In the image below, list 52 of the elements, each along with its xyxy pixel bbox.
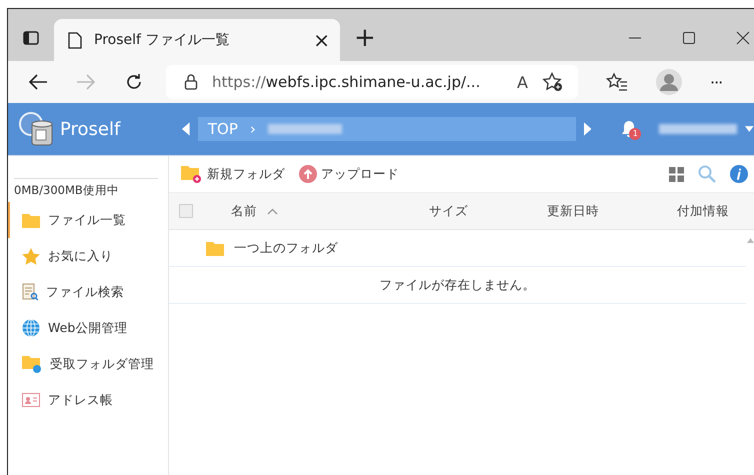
- scroll-right-icon[interactable]: [584, 122, 592, 136]
- column-header[interactable]: サイズ: [429, 202, 547, 220]
- tab-title: Proself ファイル一覧: [94, 31, 230, 49]
- upload-icon: [299, 165, 317, 183]
- document-icon: [68, 32, 82, 48]
- add-favorite-icon[interactable]: [542, 72, 564, 92]
- sidebar-item[interactable]: Web公開管理: [8, 310, 168, 346]
- app-name: Proself: [60, 118, 120, 140]
- new-tab-button[interactable]: +: [354, 23, 376, 53]
- storage-usage: 0MB/300MB使用中: [14, 178, 158, 202]
- scroll-left-icon[interactable]: [182, 122, 190, 136]
- new-folder-icon: [181, 165, 203, 183]
- notification-badge: 1: [629, 128, 642, 140]
- breadcrumb-separator: ›: [250, 120, 256, 138]
- info-icon[interactable]: [730, 165, 748, 183]
- upload-button[interactable]: アップロード: [299, 165, 399, 183]
- reload-icon[interactable]: [124, 72, 144, 92]
- close-icon[interactable]: [736, 31, 750, 45]
- select-all-checkbox[interactable]: [179, 204, 193, 218]
- folder-icon: [22, 212, 40, 228]
- parent-folder-link[interactable]: 一つ上のフォルダ: [234, 240, 338, 256]
- sidebar-item[interactable]: アドレス帳: [8, 382, 168, 418]
- sidebar-item[interactable]: お気に入り: [8, 238, 168, 274]
- empty-message: ファイルが存在しません。: [380, 276, 536, 294]
- close-tab-button[interactable]: ×: [313, 28, 330, 52]
- column-header[interactable]: 更新日時: [547, 202, 677, 220]
- sidebar-item[interactable]: ファイル検索: [8, 274, 168, 310]
- globe-icon: [22, 319, 40, 337]
- url-text: https://webfs.ipc.shimane-u.ac.jp/...: [212, 73, 482, 91]
- caret-icon[interactable]: [745, 126, 754, 132]
- browser-tab[interactable]: Proself ファイル一覧 ×: [54, 19, 340, 61]
- favorites-icon[interactable]: [606, 72, 628, 92]
- scroll-up-arrow-icon[interactable]: [747, 238, 754, 243]
- sidebar-item[interactable]: ファイル一覧: [8, 202, 168, 238]
- maximize-icon[interactable]: [682, 31, 696, 45]
- address-bar[interactable]: https://webfs.ipc.shimane-u.ac.jp/... A: [166, 65, 578, 99]
- grid-view-icon[interactable]: [669, 166, 684, 182]
- more-menu-button[interactable]: ···: [710, 72, 722, 92]
- sidebar-item[interactable]: 受取フォルダ管理: [8, 346, 168, 382]
- profile-avatar-icon[interactable]: [656, 69, 682, 95]
- folder-icon: [206, 240, 224, 256]
- column-header[interactable]: 付加情報: [677, 202, 729, 220]
- lock-icon: [184, 74, 198, 90]
- column-header[interactable]: 名前: [231, 202, 429, 220]
- star-icon: [22, 248, 40, 264]
- new-folder-button[interactable]: 新規フォルダ: [181, 165, 285, 183]
- contact-card-icon: [22, 393, 40, 407]
- back-arrow-icon[interactable]: [28, 73, 48, 91]
- document-search-icon: [22, 283, 38, 301]
- read-aloud-button[interactable]: A: [517, 72, 528, 92]
- shared-folder-icon: [22, 355, 42, 373]
- tab-actions-icon[interactable]: [22, 29, 40, 47]
